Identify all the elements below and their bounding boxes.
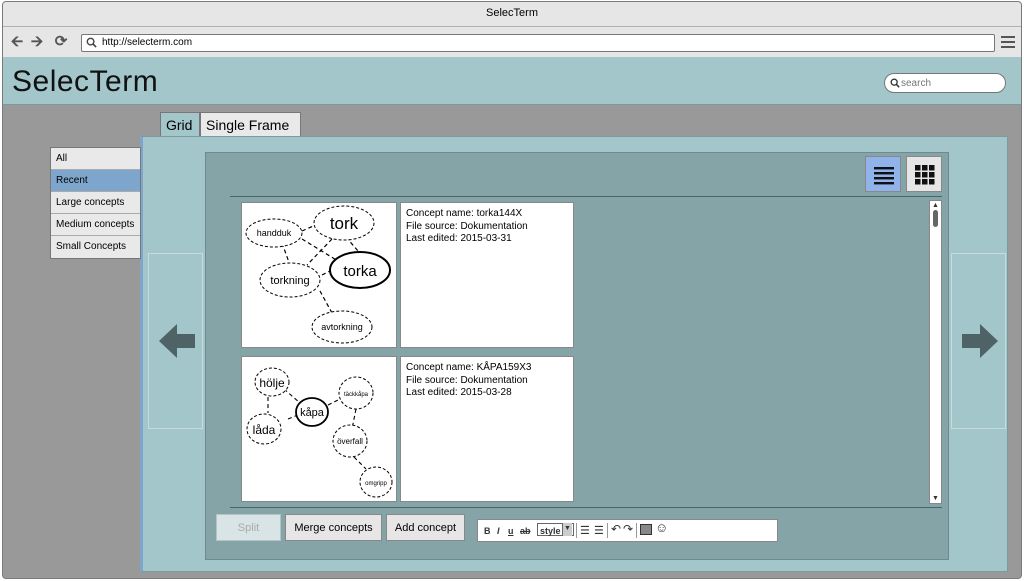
vertical-scrollbar[interactable]: ▲ ▼: [929, 200, 942, 504]
grid-view-button[interactable]: [906, 156, 942, 192]
node-label: överfall: [337, 437, 363, 446]
filter-item-large-concepts[interactable]: Large concepts: [51, 192, 140, 214]
tab-grid[interactable]: Grid: [160, 112, 200, 137]
arrow-right-icon: [962, 324, 998, 358]
arrow-left-icon: [159, 324, 195, 358]
node-label: handduk: [257, 228, 292, 238]
toolbar-separator: [607, 523, 608, 538]
concept-info[interactable]: Concept name: KÅPA159X3 File source: Dok…: [400, 356, 574, 502]
list-view-icon: [874, 167, 894, 185]
chevron-down-icon[interactable]: ▼: [562, 523, 572, 536]
search-icon: [86, 37, 97, 48]
divider: [230, 507, 942, 508]
concept-thumbnail[interactable]: hölje kåpa täckkåpa låda överfall omgrip…: [241, 356, 397, 502]
strikethrough-button[interactable]: ab: [520, 524, 531, 538]
rich-text-editor[interactable]: B I u ab style ▼ ☰ ☰ ↶ ↷ ☺: [477, 519, 778, 542]
app-title: SelecTerm: [12, 65, 159, 98]
node-label: omgripp: [365, 481, 387, 487]
node-label: täckkåpa: [344, 391, 369, 398]
url-text: http://selecterm.com: [102, 37, 193, 48]
toolbar-separator: [636, 523, 637, 538]
filter-item-small-concepts[interactable]: Small Concepts: [51, 236, 140, 258]
numbered-list-icon[interactable]: ☰: [594, 524, 604, 538]
node-label: låda: [253, 423, 276, 437]
bold-button[interactable]: B: [484, 524, 491, 538]
concept-file-source: File source: Dokumentation: [406, 374, 528, 386]
search-icon: [890, 78, 900, 88]
hamburger-menu-icon[interactable]: [1001, 36, 1015, 48]
concept-map-diagram: tork handduk torka torkning avtorkning: [245, 205, 391, 344]
concept-last-edited: Last edited: 2015-03-28: [406, 387, 512, 398]
search-input[interactable]: [901, 75, 1001, 91]
concept-thumbnail[interactable]: tork handduk torka torkning avtorkning: [241, 202, 397, 348]
concept-name: Concept name: torka144X: [406, 208, 523, 219]
node-label: torkning: [270, 275, 309, 287]
browser-navbar: 🡨 🡪 ⟳ http://selecterm.com: [3, 27, 1021, 59]
reload-icon[interactable]: ⟳: [53, 34, 69, 50]
window-title: SelecTerm: [3, 2, 1021, 27]
insert-image-icon[interactable]: [640, 524, 652, 535]
bulleted-list-icon[interactable]: ☰: [580, 524, 590, 538]
filter-list: All Recent Large concepts Medium concept…: [50, 147, 141, 259]
grid-view-icon: [915, 165, 935, 185]
add-concept-button[interactable]: Add concept: [386, 514, 465, 541]
undo-icon[interactable]: ↶: [611, 522, 621, 536]
concept-file-source: File source: Dokumentation: [406, 220, 528, 232]
scroll-down-icon[interactable]: ▼: [932, 495, 939, 502]
url-bar[interactable]: http://selecterm.com: [81, 34, 995, 52]
scroll-thumb[interactable]: [933, 210, 938, 227]
search-field[interactable]: [884, 73, 1006, 93]
merge-concepts-button[interactable]: Merge concepts: [285, 514, 382, 541]
underline-button[interactable]: u: [508, 524, 514, 538]
node-label: avtorkning: [321, 322, 363, 332]
toolbar-separator: [576, 523, 577, 538]
node-label: kåpa: [300, 407, 325, 419]
node-label: torka: [343, 263, 377, 280]
emoji-icon[interactable]: ☺: [655, 521, 668, 535]
filter-item-recent[interactable]: Recent: [51, 170, 140, 192]
italic-button[interactable]: I: [497, 524, 500, 538]
divider: [230, 196, 942, 197]
style-dropdown-label: style: [540, 526, 561, 536]
filter-item-all[interactable]: All: [51, 148, 140, 170]
next-button[interactable]: [951, 253, 1006, 429]
app-header: SelecTerm: [3, 57, 1021, 105]
redo-icon[interactable]: ↷: [623, 522, 633, 536]
back-arrow-icon[interactable]: 🡨: [9, 34, 25, 50]
node-label: hölje: [259, 376, 285, 390]
split-button[interactable]: Split: [216, 514, 281, 541]
scroll-up-icon[interactable]: ▲: [932, 202, 939, 209]
concept-map-diagram: hölje kåpa täckkåpa låda överfall omgrip…: [246, 367, 393, 498]
tab-single-frame[interactable]: Single Frame: [200, 112, 301, 137]
concept-last-edited: Last edited: 2015-03-31: [406, 233, 512, 244]
concept-info[interactable]: Concept name: torka144X File source: Dok…: [400, 202, 574, 348]
list-view-button[interactable]: [865, 156, 901, 192]
forward-arrow-icon[interactable]: 🡪: [29, 34, 45, 50]
previous-button[interactable]: [148, 253, 203, 429]
filter-item-medium-concepts[interactable]: Medium concepts: [51, 214, 140, 236]
node-label: tork: [330, 214, 359, 233]
concept-name: Concept name: KÅPA159X3: [406, 362, 532, 373]
